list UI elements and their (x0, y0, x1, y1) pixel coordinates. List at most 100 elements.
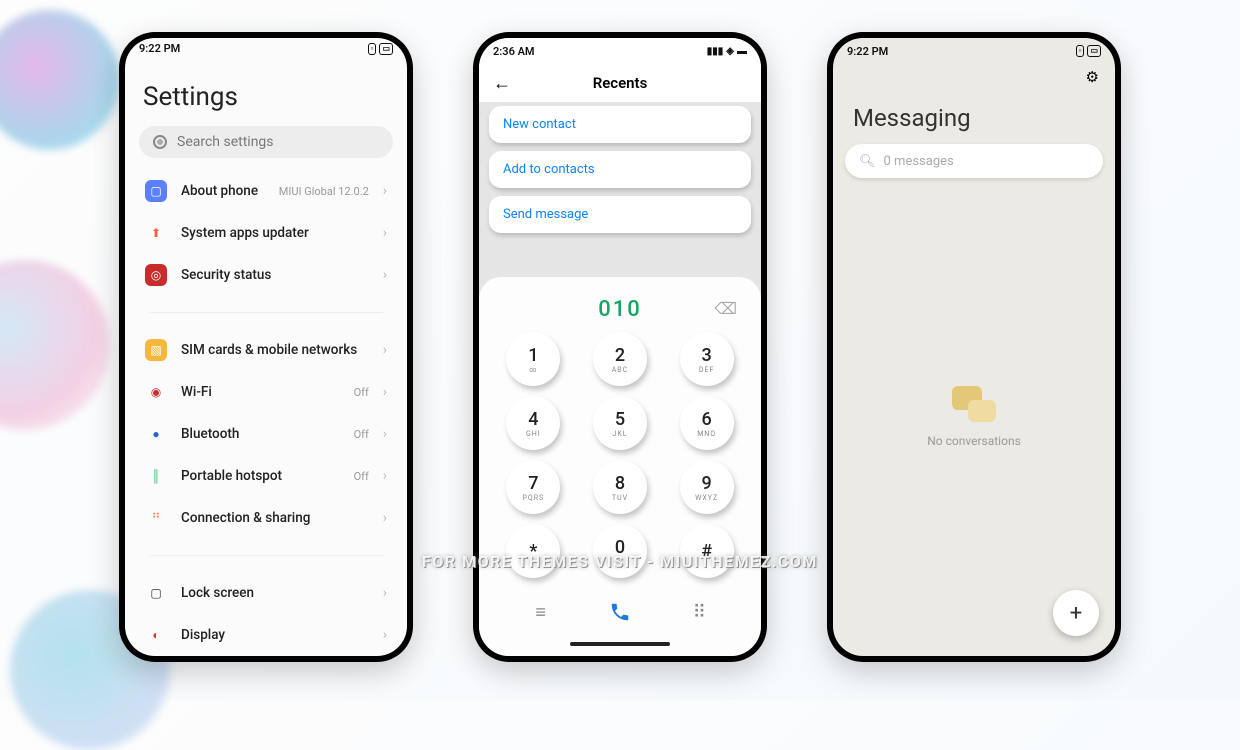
menu-icon[interactable]: ≡ (519, 602, 563, 623)
key-7[interactable]: 7PQRS (506, 460, 560, 514)
page-title: Settings (125, 60, 407, 126)
chevron-right-icon: › (383, 384, 387, 400)
item-connection-sharing[interactable]: ⠛ Connection & sharing › (131, 497, 401, 539)
wifi-icon: ◈ (726, 46, 734, 57)
item-security-status[interactable]: ◎ Security status › (131, 254, 401, 296)
lock-icon: ▢ (145, 582, 167, 604)
wifi-icon: ◉ (145, 381, 167, 403)
empty-state: No conversations (833, 178, 1115, 656)
action-new-contact[interactable]: New contact (489, 106, 751, 143)
chevron-right-icon: › (383, 183, 387, 199)
call-button[interactable] (598, 590, 642, 634)
key-0[interactable]: 0+ (593, 524, 647, 578)
key-1[interactable]: 1∞ (506, 332, 560, 386)
chevron-right-icon: › (383, 426, 387, 442)
status-bar: 9:22 PM ▫ ▭ (125, 38, 407, 60)
item-display[interactable]: ◐ Display › (131, 614, 401, 656)
item-system-apps-updater[interactable]: ⬆ System apps updater › (131, 212, 401, 254)
key-9[interactable]: 9WXYZ (680, 460, 734, 514)
item-label: About phone (181, 183, 265, 199)
item-sim-cards[interactable]: ▧ SIM cards & mobile networks › (131, 329, 401, 371)
updater-icon: ⬆ (145, 222, 167, 244)
search-input[interactable]: 🔍︎ 0 messages (845, 144, 1103, 178)
status-icons: ▫ ▭ (368, 43, 393, 55)
phone-settings: 9:22 PM ▫ ▭ Settings Search settings ▢ A… (119, 32, 413, 662)
key-6[interactable]: 6MNO (680, 396, 734, 450)
bluetooth-icon: ● (145, 423, 167, 445)
search-icon: 🔍︎ (859, 154, 876, 169)
item-label: Connection & sharing (181, 510, 369, 526)
backspace-button[interactable]: ⌫ (714, 299, 737, 318)
chevron-right-icon: › (383, 267, 387, 283)
search-icon (153, 135, 167, 149)
item-about-phone[interactable]: ▢ About phone MIUI Global 12.0.2 › (131, 170, 401, 212)
item-label: Bluetooth (181, 426, 340, 442)
item-meta: Off (354, 470, 369, 483)
dial-display: 010 ⌫ (493, 291, 747, 332)
sim-icon: ▫ (368, 43, 377, 55)
chevron-right-icon: › (383, 585, 387, 601)
back-button[interactable]: ← (493, 73, 511, 94)
sim-icon: ▫ (1076, 45, 1085, 57)
search-input[interactable]: Search settings (139, 126, 393, 158)
status-time: 9:22 PM (139, 42, 180, 55)
item-meta: Off (354, 428, 369, 441)
settings-list: ▢ About phone MIUI Global 12.0.2 › ⬆ Sys… (125, 170, 407, 656)
chevron-right-icon: › (383, 627, 387, 643)
action-add-to-contacts[interactable]: Add to contacts (489, 151, 751, 188)
status-time: 9:22 PM (847, 45, 888, 58)
item-bluetooth[interactable]: ● Bluetooth Off › (131, 413, 401, 455)
signal-icon: ▮▮▮ (707, 46, 724, 57)
chat-icon (952, 386, 996, 422)
key-hash[interactable]: # (680, 524, 734, 578)
battery-icon: ▭ (1087, 45, 1101, 57)
key-3[interactable]: 3DEF (680, 332, 734, 386)
header-title: Recents (593, 74, 648, 92)
item-lock-screen[interactable]: ▢ Lock screen › (131, 572, 401, 614)
status-time: 2:36 AM (493, 45, 535, 58)
status-icons: ▫ ▭ (1076, 45, 1101, 57)
item-wifi[interactable]: ◉ Wi-Fi Off › (131, 371, 401, 413)
about-icon: ▢ (145, 180, 167, 202)
key-8[interactable]: 8TUV (593, 460, 647, 514)
empty-text: No conversations (927, 434, 1021, 448)
dialpad: 010 ⌫ 1∞ 2ABC 3DEF 4GHI 5JKL 6MNO 7PQRS … (479, 277, 761, 656)
display-icon: ◐ (145, 624, 167, 646)
item-label: SIM cards & mobile networks (181, 342, 369, 358)
home-indicator[interactable] (570, 642, 670, 646)
item-meta: MIUI Global 12.0.2 (279, 185, 369, 198)
dialpad-icon[interactable]: ⠿ (677, 602, 721, 623)
phone-messaging: 9:22 PM ▫ ▭ ⚙ Messaging 🔍︎ 0 messages No (827, 32, 1121, 662)
search-placeholder: Search settings (177, 134, 274, 150)
battery-icon: ▭ (379, 43, 393, 55)
page-title: Messaging (833, 90, 1115, 144)
item-label: Wi-Fi (181, 384, 340, 400)
dial-number: 010 (598, 297, 642, 322)
hotspot-icon: ║ (145, 465, 167, 487)
chevron-right-icon: › (383, 510, 387, 526)
item-label: System apps updater (181, 225, 369, 241)
key-2[interactable]: 2ABC (593, 332, 647, 386)
item-meta: Off (354, 386, 369, 399)
chevron-right-icon: › (383, 468, 387, 484)
key-5[interactable]: 5JKL (593, 396, 647, 450)
search-placeholder: 0 messages (884, 154, 954, 169)
status-bar: 2:36 AM ▮▮▮ ◈ ▬ (479, 38, 761, 64)
item-label: Portable hotspot (181, 468, 340, 484)
battery-icon: ▬ (737, 46, 747, 57)
item-hotspot[interactable]: ║ Portable hotspot Off › (131, 455, 401, 497)
item-label: Display (181, 627, 369, 643)
sharing-icon: ⠛ (145, 507, 167, 529)
phone-dialer: 2:36 AM ▮▮▮ ◈ ▬ ← Recents New contact Ad… (473, 32, 767, 662)
sim-icon: ▧ (145, 339, 167, 361)
status-bar: 9:22 PM ▫ ▭ (833, 38, 1115, 64)
item-label: Lock screen (181, 585, 369, 601)
chevron-right-icon: › (383, 225, 387, 241)
item-label: Security status (181, 267, 369, 283)
settings-button[interactable]: ⚙ (1086, 68, 1099, 86)
compose-button[interactable]: + (1053, 590, 1099, 636)
chevron-right-icon: › (383, 342, 387, 358)
action-send-message[interactable]: Send message (489, 196, 751, 233)
key-4[interactable]: 4GHI (506, 396, 560, 450)
key-star[interactable]: * (506, 524, 560, 578)
